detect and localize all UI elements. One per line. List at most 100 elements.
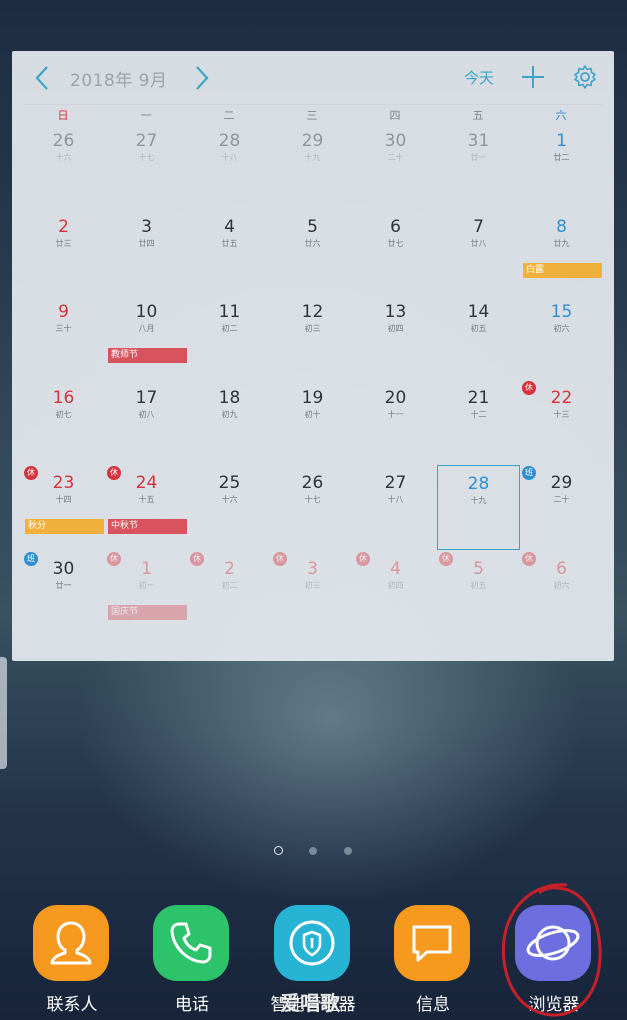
event-label[interactable]: 白露 <box>523 262 602 278</box>
day-cell[interactable]: 5 廿六 <box>271 209 354 294</box>
day-number: 15 <box>550 302 573 322</box>
weekday-label: 五 <box>472 109 484 122</box>
day-cell[interactable]: 15 初六 <box>520 294 603 379</box>
lunar-date: 廿五 <box>221 238 238 248</box>
lunar-date: 十九 <box>470 496 487 505</box>
next-month-button[interactable] <box>188 63 214 93</box>
day-number: 21 <box>467 387 490 408</box>
event-label[interactable]: 中秋节 <box>108 519 187 534</box>
lunar-date: 廿一 <box>470 153 487 162</box>
day-cell[interactable]: 休 23 十四 秋分 <box>22 465 105 550</box>
event-label[interactable]: 国庆节 <box>108 604 187 620</box>
weekday-label: 四 <box>389 109 401 122</box>
day-cell[interactable]: 休 2 初二 <box>188 551 271 636</box>
lunar-date: 十四 <box>55 495 72 504</box>
day-cell[interactable]: 班 30 廿一 <box>22 551 105 636</box>
day-number: 10 <box>135 302 158 322</box>
lunar-date: 三十 <box>55 324 72 333</box>
phone-icon <box>153 905 229 981</box>
day-cell[interactable]: 3 廿四 <box>105 209 188 294</box>
day-cell[interactable]: 休 3 初三 <box>271 551 354 636</box>
lunar-date: 初五 <box>470 324 487 333</box>
day-cell[interactable]: 休 22 十三 <box>520 380 603 465</box>
day-number: 30 <box>384 131 407 151</box>
day-cell[interactable]: 27 十七 <box>105 123 188 208</box>
day-cell[interactable]: 29 十九 <box>271 123 354 208</box>
lunar-date: 初九 <box>221 409 238 419</box>
day-cell[interactable]: 10 八月 教师节 <box>105 294 188 379</box>
day-number: 3 <box>141 216 152 237</box>
lunar-date: 廿一 <box>55 580 72 590</box>
day-number: 28 <box>218 131 241 151</box>
day-cell[interactable]: 28 十八 <box>188 123 271 208</box>
prev-month-button[interactable] <box>30 63 56 93</box>
day-cell[interactable]: 14 初五 <box>437 294 520 379</box>
weekday-label: 六 <box>555 109 567 122</box>
day-cell[interactable]: 12 初三 <box>271 294 354 379</box>
lunar-date: 十九 <box>304 153 321 162</box>
day-cell[interactable]: 18 初九 <box>188 380 271 465</box>
dock-app-contacts[interactable]: 联系人 <box>31 905 113 1015</box>
lunar-date: 十三 <box>553 409 570 419</box>
event-label[interactable]: 秋分 <box>25 519 104 534</box>
day-cell[interactable]: 1 廿二 <box>520 123 603 208</box>
day-cell[interactable]: 20 十一 <box>354 380 437 465</box>
day-cell[interactable]: 休 24 十五 中秋节 <box>105 465 188 550</box>
day-cell[interactable]: 休 6 初六 <box>520 551 603 636</box>
day-cell[interactable]: 28 十九 <box>437 465 520 550</box>
day-number: 4 <box>224 216 235 237</box>
day-cell[interactable]: 30 二十 <box>354 123 437 208</box>
day-cell[interactable]: 7 廿八 <box>437 209 520 294</box>
day-cell[interactable]: 16 初七 <box>22 380 105 465</box>
today-button[interactable]: 今天 <box>464 67 494 88</box>
calendar-header: 2018年 9月 今天 <box>12 51 614 105</box>
lunar-date: 初六 <box>553 580 570 590</box>
day-cell[interactable]: 班 29 二十 <box>520 465 603 550</box>
day-cell[interactable]: 休 1 初一 国庆节 <box>105 551 188 636</box>
lunar-date: 廿八 <box>470 238 487 248</box>
event-label[interactable]: 教师节 <box>108 348 187 363</box>
dock-app-messages[interactable]: 信息 <box>392 905 474 1015</box>
day-number: 26 <box>301 473 324 493</box>
lunar-date: 初三 <box>304 580 321 590</box>
settings-button[interactable] <box>572 64 598 90</box>
lunar-date: 初五 <box>470 580 487 590</box>
day-cell[interactable]: 26 十六 <box>22 123 105 208</box>
lunar-date: 初十 <box>304 409 321 419</box>
lunar-date: 十二 <box>470 409 487 419</box>
edge-panel-handle[interactable] <box>0 657 7 769</box>
day-cell[interactable]: 9 三十 <box>22 294 105 379</box>
day-cell[interactable]: 8 廿九 白露 <box>520 209 603 294</box>
day-cell[interactable]: 26 十七 <box>271 465 354 550</box>
day-cell[interactable]: 6 廿七 <box>354 209 437 294</box>
lunar-date: 初六 <box>553 324 570 333</box>
add-event-button[interactable] <box>520 64 546 90</box>
page-dot[interactable] <box>344 847 352 855</box>
day-cell[interactable]: 17 初八 <box>105 380 188 465</box>
day-cell[interactable]: 25 十六 <box>188 465 271 550</box>
lunar-date: 初三 <box>304 324 321 333</box>
day-number: 31 <box>467 131 490 151</box>
day-cell[interactable]: 4 廿五 <box>188 209 271 294</box>
day-cell[interactable]: 21 十二 <box>437 380 520 465</box>
day-number: 14 <box>467 302 490 322</box>
day-cell[interactable]: 19 初十 <box>271 380 354 465</box>
day-cell[interactable]: 休 5 初五 <box>437 551 520 636</box>
lunar-date: 二十 <box>553 495 570 504</box>
day-number: 8 <box>556 216 567 237</box>
page-dot[interactable] <box>309 847 317 855</box>
day-number: 26 <box>52 131 75 151</box>
day-cell[interactable]: 2 廿三 <box>22 209 105 294</box>
page-dot[interactable] <box>274 846 283 855</box>
day-number: 6 <box>556 558 567 579</box>
lunar-date: 廿三 <box>55 238 72 248</box>
day-cell[interactable]: 31 廿一 <box>437 123 520 208</box>
day-cell[interactable]: 11 初二 <box>188 294 271 379</box>
day-cell[interactable]: 13 初四 <box>354 294 437 379</box>
day-cell[interactable]: 休 4 初四 <box>354 551 437 636</box>
day-cell[interactable]: 27 十八 <box>354 465 437 550</box>
lunar-date: 初八 <box>138 409 155 419</box>
dock-app-browser[interactable]: 浏览器 <box>513 905 595 1015</box>
dock-app-phone[interactable]: 电话 <box>151 905 233 1015</box>
lunar-date: 十八 <box>387 495 404 504</box>
